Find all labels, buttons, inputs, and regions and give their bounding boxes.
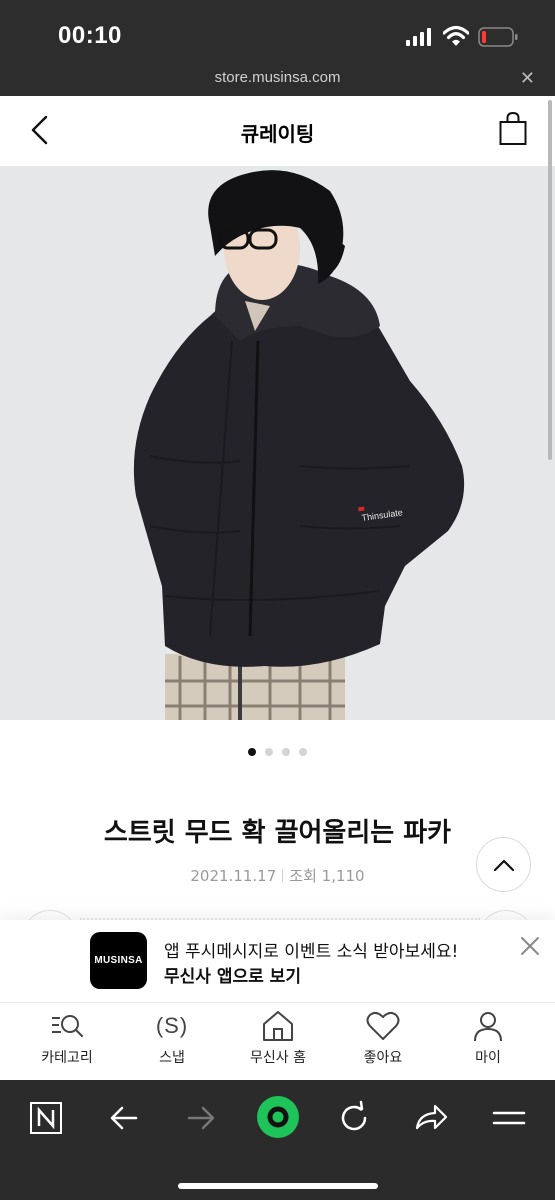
battery-icon — [478, 27, 518, 47]
green-home-icon[interactable] — [255, 1094, 301, 1140]
tab-label: 카테고리 — [41, 1050, 93, 1066]
tab-home[interactable]: 무신사 홈 — [228, 1009, 328, 1079]
tab-label: 마이 — [475, 1050, 501, 1066]
page-title: 큐레이팅 — [240, 122, 315, 146]
tab-likes[interactable]: 좋아요 — [333, 1009, 433, 1079]
article-meta: 2021.11.17 조회 1,110 — [0, 865, 555, 886]
views-count: 1,110 — [321, 867, 365, 885]
tab-category[interactable]: 카테고리 — [17, 1009, 117, 1079]
tab-snap[interactable]: (S) 스냅 — [122, 1009, 222, 1079]
carousel-dot[interactable] — [282, 748, 290, 756]
tab-label: 좋아요 — [363, 1050, 403, 1066]
close-icon[interactable]: ✕ — [520, 68, 535, 89]
page: 00:10 store.musinsa.com ✕ 큐레이팅 Thinsulat… — [0, 0, 555, 1200]
app-install-banner[interactable]: MUSINSA 앱 푸시메시지로 이벤트 소식 받아보세요! 무신사 앱으로 보… — [0, 920, 555, 1002]
carousel-dot[interactable] — [299, 748, 307, 756]
shopping-bag-icon[interactable] — [498, 110, 528, 146]
status-bar: 00:10 — [0, 0, 555, 62]
naver-icon[interactable] — [26, 1098, 66, 1138]
carousel-dot[interactable] — [265, 748, 273, 756]
chevron-up-icon — [493, 859, 514, 871]
tab-my[interactable]: 마이 — [438, 1009, 538, 1079]
meta-divider — [282, 869, 284, 882]
views-label: 조회 — [289, 867, 317, 885]
category-search-icon — [52, 1015, 83, 1037]
menu-icon[interactable] — [489, 1098, 529, 1138]
home-indicator — [178, 1183, 378, 1189]
article-date: 2021.11.17 — [190, 867, 277, 885]
tab-label: 무신사 홈 — [250, 1050, 306, 1066]
url-text[interactable]: store.musinsa.com — [0, 69, 555, 86]
wifi-icon — [443, 25, 469, 46]
heart-icon — [366, 1011, 400, 1040]
carousel-dots — [0, 748, 555, 756]
article-title: 스트릿 무드 확 끌어올리는 파카 — [103, 818, 452, 848]
close-icon[interactable] — [518, 934, 542, 958]
musinsa-logo: MUSINSA — [90, 932, 147, 989]
scrollbar[interactable] — [548, 100, 552, 460]
tab-label: 스냅 — [159, 1050, 185, 1066]
bottom-tab-bar: 카테고리 (S) 스냅 무신사 홈 좋아요 마이 — [0, 1002, 555, 1080]
forward-arrow-icon[interactable] — [181, 1098, 221, 1138]
banner-message: 앱 푸시메시지로 이벤트 소식 받아보세요! — [164, 942, 459, 962]
url-bar: store.musinsa.com ✕ — [0, 62, 555, 96]
back-arrow-icon[interactable] — [104, 1098, 144, 1138]
product-image[interactable]: Thinsulate — [0, 166, 555, 720]
page-header: 큐레이팅 — [0, 96, 555, 166]
status-time: 00:10 — [58, 22, 122, 49]
product-photo: Thinsulate — [0, 166, 555, 720]
snap-icon: (S) — [155, 1013, 189, 1038]
share-icon[interactable] — [411, 1098, 451, 1138]
refresh-icon[interactable] — [334, 1098, 374, 1138]
person-icon — [474, 1012, 502, 1042]
signal-icon — [406, 28, 431, 46]
browser-toolbar — [0, 1080, 555, 1200]
scroll-top-button[interactable] — [476, 837, 531, 892]
carousel-dot[interactable] — [248, 748, 256, 756]
home-icon — [263, 1011, 293, 1041]
open-app-link[interactable]: 무신사 앱으로 보기 — [164, 962, 301, 987]
